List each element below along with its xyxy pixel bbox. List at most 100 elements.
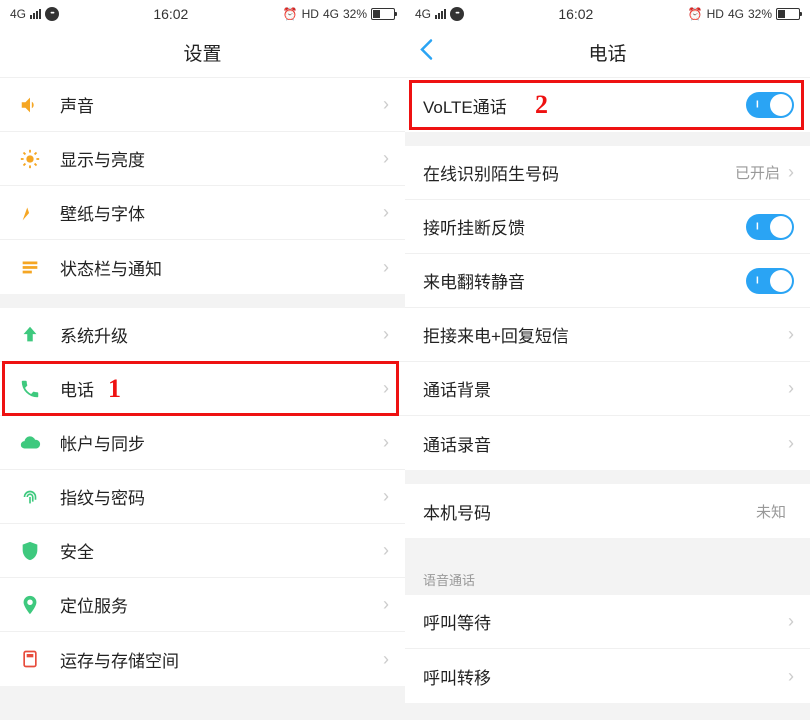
settings-row-upgrade[interactable]: 系统升级› [0,308,405,362]
row-label: 通话背景 [423,376,788,401]
phone-row[interactable]: 通话录音› [405,416,810,470]
settings-row-phone[interactable]: 电话›1 [0,362,405,416]
phone-row[interactable]: 通话背景› [405,362,810,416]
network-label: 4G [415,7,431,21]
page-title: 设置 [183,39,221,66]
chat-icon [45,7,59,21]
chevron-right-icon: › [383,94,389,115]
phone-settings-screen: 4G 16:02 ⏰ HD 4G 32% 电话 VoLTE通话2 在线识别陌生号码… [405,0,810,720]
wallpaper-icon [18,201,42,225]
row-label: 在线识别陌生号码 [423,160,735,185]
sound-icon [18,93,42,117]
phone-row[interactable]: 来电翻转静音 [405,254,810,308]
row-label: 通话录音 [423,431,788,456]
settings-row-brightness[interactable]: 显示与亮度› [0,132,405,186]
status-bar: 4G 16:02 ⏰ HD 4G 32% [0,0,405,28]
hd-label: HD [302,7,319,21]
annotation-number: 2 [535,90,548,120]
section-header: 语音通话 [405,552,810,595]
row-label: VoLTE通话 [423,93,746,118]
settings-row-notification[interactable]: 状态栏与通知› [0,240,405,294]
phone-row[interactable]: 呼叫转移› [405,649,810,703]
row-label: 运存与存储空间 [60,647,383,672]
signal-icon [30,9,41,19]
chevron-right-icon: › [383,148,389,169]
phone-row[interactable]: 接听挂断反馈 [405,200,810,254]
phone-row[interactable]: 本机号码未知 [405,484,810,538]
net-type: 4G [728,7,744,21]
header: 设置 [0,28,405,78]
chevron-right-icon: › [383,202,389,223]
chevron-right-icon: › [383,540,389,561]
row-label: 指纹与密码 [60,484,383,509]
notification-icon [18,255,42,279]
settings-screen: 4G 16:02 ⏰ HD 4G 32% 设置 声音›显示与亮度›壁纸与字体›状… [0,0,405,720]
settings-row-sound[interactable]: 声音› [0,78,405,132]
phone-row[interactable]: VoLTE通话2 [405,78,810,132]
toggle-switch[interactable] [746,92,794,118]
status-time: 16:02 [153,6,188,22]
settings-row-wallpaper[interactable]: 壁纸与字体› [0,186,405,240]
chevron-right-icon: › [788,324,794,345]
row-label: 拒接来电+回复短信 [423,322,788,347]
chevron-right-icon: › [383,594,389,615]
row-label: 系统升级 [60,322,383,347]
phone-row[interactable]: 拒接来电+回复短信› [405,308,810,362]
toggle-switch[interactable] [746,214,794,240]
chevron-right-icon: › [383,432,389,453]
cloud-icon [18,431,42,455]
chevron-right-icon: › [788,378,794,399]
fingerprint-icon [18,485,42,509]
battery-pct: 32% [343,7,367,21]
row-label: 状态栏与通知 [60,255,383,280]
annotation-number: 1 [108,374,121,404]
settings-row-location[interactable]: 定位服务› [0,578,405,632]
signal-icon [435,9,446,19]
row-value: 已开启 [735,162,780,183]
chevron-right-icon: › [788,162,794,183]
settings-row-fingerprint[interactable]: 指纹与密码› [0,470,405,524]
location-icon [18,593,42,617]
chevron-right-icon: › [788,666,794,687]
row-value: 未知 [756,501,786,522]
row-label: 呼叫转移 [423,664,788,689]
hd-label: HD [707,7,724,21]
row-label: 帐户与同步 [60,430,383,455]
settings-list[interactable]: 声音›显示与亮度›壁纸与字体›状态栏与通知›系统升级›电话›1帐户与同步›指纹与… [0,78,405,720]
header: 电话 [405,28,810,78]
chevron-right-icon: › [383,257,389,278]
row-label: 本机号码 [423,499,756,524]
alarm-icon: ⏰ [283,7,298,21]
security-icon [18,539,42,563]
phone-row[interactable]: 呼叫等待› [405,595,810,649]
chevron-right-icon: › [383,649,389,670]
phone-row[interactable]: 在线识别陌生号码已开启 › [405,146,810,200]
row-label: 壁纸与字体 [60,200,383,225]
storage-icon [18,647,42,671]
net-type: 4G [323,7,339,21]
network-label: 4G [10,7,26,21]
phone-icon [18,377,42,401]
brightness-icon [18,147,42,171]
status-time: 16:02 [558,6,593,22]
toggle-switch[interactable] [746,268,794,294]
settings-row-cloud[interactable]: 帐户与同步› [0,416,405,470]
settings-row-security[interactable]: 安全› [0,524,405,578]
row-label: 呼叫等待 [423,609,788,634]
row-label: 安全 [60,538,383,563]
row-label: 显示与亮度 [60,146,383,171]
back-button[interactable] [419,38,433,67]
row-label: 来电翻转静音 [423,268,746,293]
battery-icon [371,8,395,20]
page-title: 电话 [588,39,626,66]
battery-icon [776,8,800,20]
settings-row-storage[interactable]: 运存与存储空间› [0,632,405,686]
phone-settings-list[interactable]: VoLTE通话2 在线识别陌生号码已开启 › 接听挂断反馈来电翻转静音拒接来电+回复短… [405,78,810,720]
alarm-icon: ⏰ [688,7,703,21]
row-label: 声音 [60,92,383,117]
battery-pct: 32% [748,7,772,21]
status-bar: 4G 16:02 ⏰ HD 4G 32% [405,0,810,28]
row-label: 接听挂断反馈 [423,214,746,239]
chevron-right-icon: › [788,611,794,632]
chevron-right-icon: › [383,378,389,399]
